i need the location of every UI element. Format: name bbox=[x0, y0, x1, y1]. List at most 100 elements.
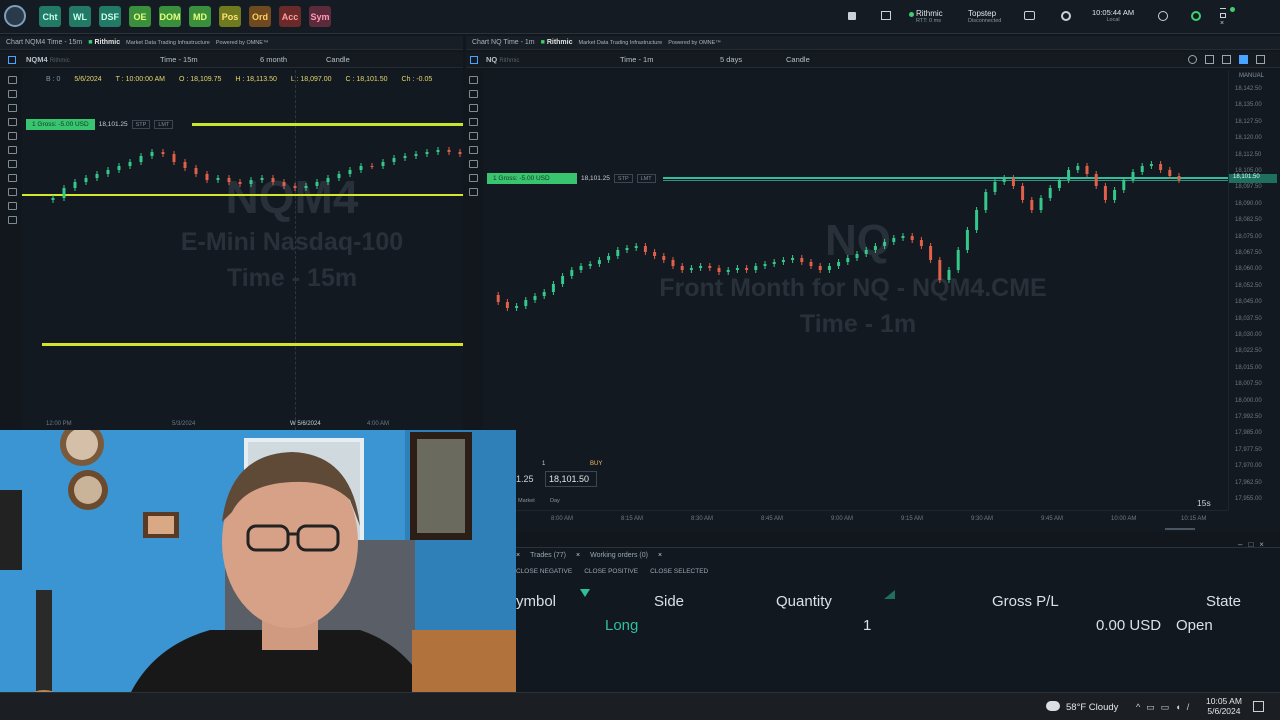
left-drawing-tools[interactable] bbox=[2, 70, 22, 430]
close-icon[interactable]: × bbox=[1220, 20, 1226, 27]
filter-icon[interactable] bbox=[580, 589, 590, 597]
col-quantity[interactable]: Quantity bbox=[776, 593, 832, 610]
right-chart-symbol-icon[interactable] bbox=[470, 56, 478, 64]
right-symbol-select[interactable]: NQ Rithmic bbox=[486, 55, 519, 64]
candle-body bbox=[791, 258, 795, 260]
window-controls[interactable]: × bbox=[1218, 4, 1244, 28]
network-icon: ▭ bbox=[1146, 702, 1155, 712]
close-icon[interactable]: × bbox=[516, 552, 520, 559]
panel-window-controls[interactable]: – □ × bbox=[1238, 540, 1264, 549]
toolbar-button-dom[interactable]: DOM bbox=[159, 6, 181, 27]
left-chart-symbol-icon[interactable] bbox=[8, 56, 16, 64]
left-x-tick-0: 12:00 PM bbox=[46, 421, 72, 427]
toolbar-button-sym[interactable]: Sym bbox=[309, 6, 331, 27]
right-drawing-tools[interactable] bbox=[463, 70, 483, 240]
right-time-axis[interactable]: 8:00 AM 8:15 AM 8:30 AM 8:45 AM 9:00 AM 9:15 … bbox=[483, 510, 1228, 532]
col-gross-pl[interactable]: Gross P/L bbox=[992, 593, 1059, 610]
order-price-left[interactable]: 1.25 bbox=[516, 474, 534, 484]
weather-icon[interactable] bbox=[1046, 701, 1060, 711]
price-tick: 17,992.50 bbox=[1235, 414, 1262, 420]
toolbar-button-cht[interactable]: Cht bbox=[39, 6, 61, 27]
rithmic-connection[interactable]: Rithmic RTT: 0 ms bbox=[916, 9, 943, 24]
pen-icon: / bbox=[1186, 702, 1190, 712]
settings-gear-icon[interactable] bbox=[1061, 11, 1071, 21]
right-chart-window-title: Chart NQ Time - 1m bbox=[472, 39, 535, 46]
lock-icon[interactable] bbox=[848, 12, 856, 20]
left-chart-pane[interactable]: B : 0 5/6/2024 T : 10:00:00 AM O : 18,10… bbox=[22, 70, 463, 430]
right-chart-pane[interactable]: NQ Front Month for NQ - NQM4.CME Time - … bbox=[483, 70, 1280, 532]
layout-icon[interactable] bbox=[881, 11, 891, 20]
price-tick: 18,015.00 bbox=[1235, 364, 1262, 371]
candle-body bbox=[1021, 186, 1025, 200]
connections-icon[interactable] bbox=[1024, 11, 1035, 20]
col-symbol[interactable]: ymbol bbox=[516, 593, 556, 610]
minimize-icon[interactable] bbox=[1220, 8, 1226, 9]
toolbar-button-acc[interactable]: Acc bbox=[279, 6, 301, 27]
close-trades-tab-icon[interactable]: × bbox=[576, 552, 580, 559]
candle-body bbox=[809, 262, 813, 266]
toolbar-button-oe[interactable]: OE bbox=[129, 6, 151, 27]
topstep-connection[interactable]: Topstep Disconnected bbox=[968, 9, 1001, 24]
time-tick: 8:15 AM bbox=[621, 516, 644, 522]
candle-body bbox=[139, 156, 143, 162]
left-symbol-select[interactable]: NQM4 Rithmic bbox=[26, 55, 70, 64]
toolbar-button-pos[interactable]: Pos bbox=[219, 6, 241, 27]
taskbar-clock[interactable]: 10:05 AM 5/6/2024 bbox=[1206, 696, 1242, 716]
left-interval-select[interactable]: Time - 15m bbox=[160, 55, 198, 64]
app-logo-icon[interactable] bbox=[4, 5, 26, 27]
left-range-select[interactable]: 6 month bbox=[260, 55, 287, 64]
close-positive-button[interactable]: CLOSE POSITIVE bbox=[584, 568, 638, 575]
manual-scale-label[interactable]: MANUAL bbox=[1239, 73, 1264, 79]
col-side[interactable]: Side bbox=[654, 593, 684, 610]
candle-body bbox=[1067, 170, 1071, 180]
toolbar-button-wl[interactable]: WL bbox=[69, 6, 91, 27]
order-qty[interactable]: 1 bbox=[542, 461, 545, 467]
left-style-select[interactable]: Candle bbox=[326, 55, 350, 64]
right-toolbar-icons[interactable] bbox=[1188, 55, 1265, 64]
close-selected-button[interactable]: CLOSE SELECTED bbox=[650, 568, 708, 575]
candle-body bbox=[128, 162, 132, 166]
candle-body bbox=[205, 174, 209, 180]
price-tick: 18,135.00 bbox=[1235, 102, 1262, 109]
order-type-market[interactable]: Market bbox=[518, 498, 535, 504]
close-negative-button[interactable]: CLOSE NEGATIVE bbox=[516, 568, 572, 575]
right-time-scrollbar[interactable] bbox=[1165, 528, 1195, 530]
notifications-icon[interactable] bbox=[1253, 701, 1264, 712]
tray-icons[interactable]: ^ ▭ ▭ ◖ / bbox=[1136, 702, 1189, 713]
toolbar-button-ord[interactable]: Ord bbox=[249, 6, 271, 27]
order-entry-widget[interactable]: 1 BUY 1.25 18,101.50 Market Day bbox=[516, 458, 611, 506]
right-range-select[interactable]: 5 days bbox=[720, 55, 742, 64]
candle-body bbox=[735, 268, 739, 270]
toolbar-button-dsf[interactable]: DSF bbox=[99, 6, 121, 27]
candle-body bbox=[150, 152, 154, 156]
right-interval-select[interactable]: Time - 1m bbox=[620, 55, 653, 64]
display-icon: ▭ bbox=[1160, 702, 1170, 712]
price-tick: 18,000.00 bbox=[1235, 397, 1262, 404]
price-tick: 18,120.00 bbox=[1235, 135, 1262, 142]
candle-body bbox=[238, 182, 242, 184]
trade-actions: CLOSE NEGATIVE CLOSE POSITIVE CLOSE SELE… bbox=[516, 568, 708, 575]
candle-body bbox=[524, 300, 528, 306]
toolbar-button-md[interactable]: MD bbox=[189, 6, 211, 27]
col-state[interactable]: State bbox=[1206, 593, 1241, 610]
order-side-buy[interactable]: BUY bbox=[590, 461, 602, 467]
close-working-tab-icon[interactable]: × bbox=[658, 552, 662, 559]
sort-icon[interactable] bbox=[884, 590, 895, 599]
user-status-icon[interactable] bbox=[1191, 11, 1201, 21]
candle-body bbox=[965, 230, 969, 250]
trade-side: Long bbox=[605, 617, 639, 634]
candle-body bbox=[772, 262, 776, 264]
right-price-axis[interactable]: 18,142.50 18,135.00 18,127.50 18,120.00 18,1… bbox=[1228, 70, 1280, 510]
tab-working-orders[interactable]: Working orders (0) bbox=[590, 552, 648, 559]
help-icon[interactable] bbox=[1158, 11, 1168, 21]
time-tick: 10:15 AM bbox=[1181, 516, 1207, 522]
order-price-box[interactable]: 18,101.50 bbox=[545, 471, 597, 487]
weather-text[interactable]: 58°F Cloudy bbox=[1066, 702, 1118, 713]
price-tick: 18,052.50 bbox=[1235, 282, 1262, 289]
tab-trades[interactable]: Trades (77) bbox=[530, 552, 566, 559]
price-tick: 17,970.00 bbox=[1235, 463, 1262, 470]
candle-body bbox=[781, 260, 785, 262]
order-tif-day[interactable]: Day bbox=[550, 498, 560, 504]
right-style-select[interactable]: Candle bbox=[786, 55, 810, 64]
maximize-icon[interactable] bbox=[1220, 13, 1226, 18]
